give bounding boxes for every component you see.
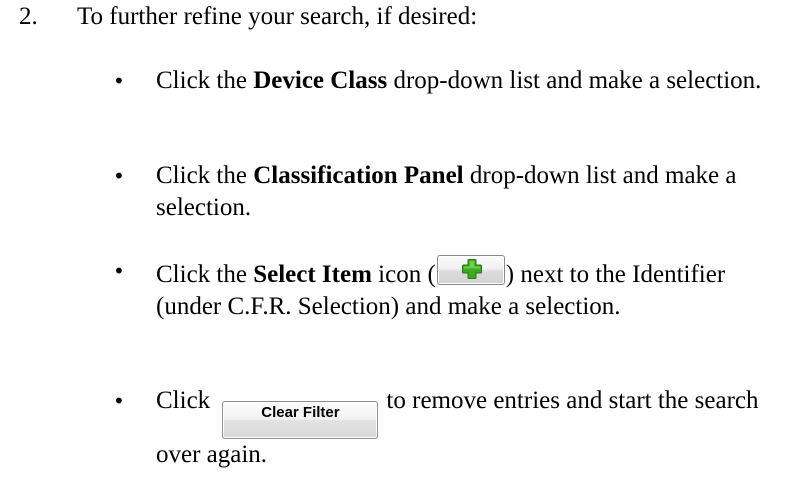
select-item-term: Select Item <box>253 261 372 288</box>
list-item-text: Click the Classification Panel drop-down… <box>156 160 788 224</box>
list-item-rest: drop-down list and make a selection. <box>387 67 762 94</box>
select-item-button[interactable] <box>436 255 505 285</box>
list-item-text: Click Clear Filter to remove entries and … <box>156 385 788 471</box>
classification-panel-term: Classification Panel <box>253 162 464 189</box>
list-item-lead: Click the <box>156 67 254 94</box>
list-item-lead: Click the <box>156 261 254 288</box>
step-intro: To further refine your search, if desire… <box>77 3 478 30</box>
clear-filter-button[interactable]: Clear Filter <box>222 401 379 439</box>
bullet-icon: • <box>113 164 125 188</box>
list-item-text: Click the Select Item icon () next to th… <box>156 255 788 323</box>
device-class-term: Device Class <box>253 67 388 94</box>
instruction-step: 2. To further refine your search, if des… <box>0 0 789 493</box>
bullet-icon: • <box>113 259 125 283</box>
list-item-lead: Click the <box>156 162 254 189</box>
bullet-icon: • <box>113 69 125 93</box>
bullet-icon: • <box>113 389 125 413</box>
step-number: 2. <box>19 3 38 30</box>
list-item-before-icon: icon ( <box>371 261 436 288</box>
list-item-lead: Click <box>156 387 217 414</box>
green-plus-icon <box>461 259 482 279</box>
list-item-text: Click the Device Class drop-down list an… <box>156 65 788 97</box>
